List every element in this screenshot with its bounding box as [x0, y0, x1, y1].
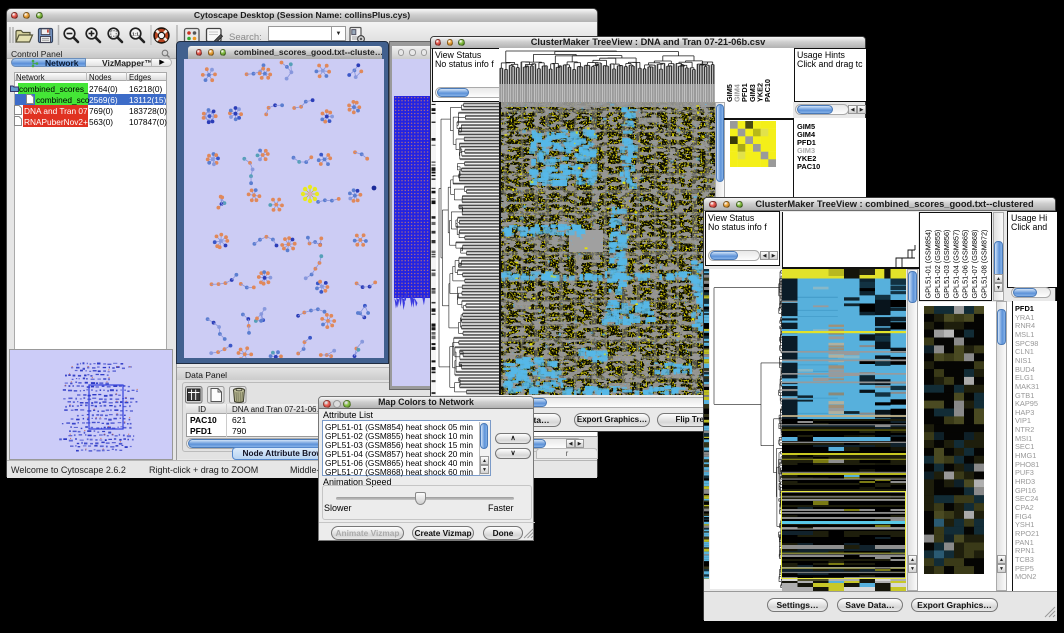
svg-text:1:1: 1:1 — [132, 31, 139, 36]
svg-text:GPL51-06 (GSM865): GPL51-06 (GSM865) — [961, 230, 970, 299]
svg-text:GPL51-07 (GSM868): GPL51-07 (GSM868) — [970, 230, 979, 299]
svg-text:GPL51-08 (GSM872): GPL51-08 (GSM872) — [979, 230, 988, 299]
svg-text:GPL51-01 (GSM854): GPL51-01 (GSM854) — [924, 230, 933, 299]
svg-text:GPL51-04 (GSM857): GPL51-04 (GSM857) — [951, 230, 960, 299]
svg-text:GPL51-02 (GSM855): GPL51-02 (GSM855) — [933, 230, 942, 299]
svg-text:GPL51-03 (GSM856): GPL51-03 (GSM856) — [942, 230, 951, 299]
svg-text:PAC10: PAC10 — [763, 79, 772, 102]
